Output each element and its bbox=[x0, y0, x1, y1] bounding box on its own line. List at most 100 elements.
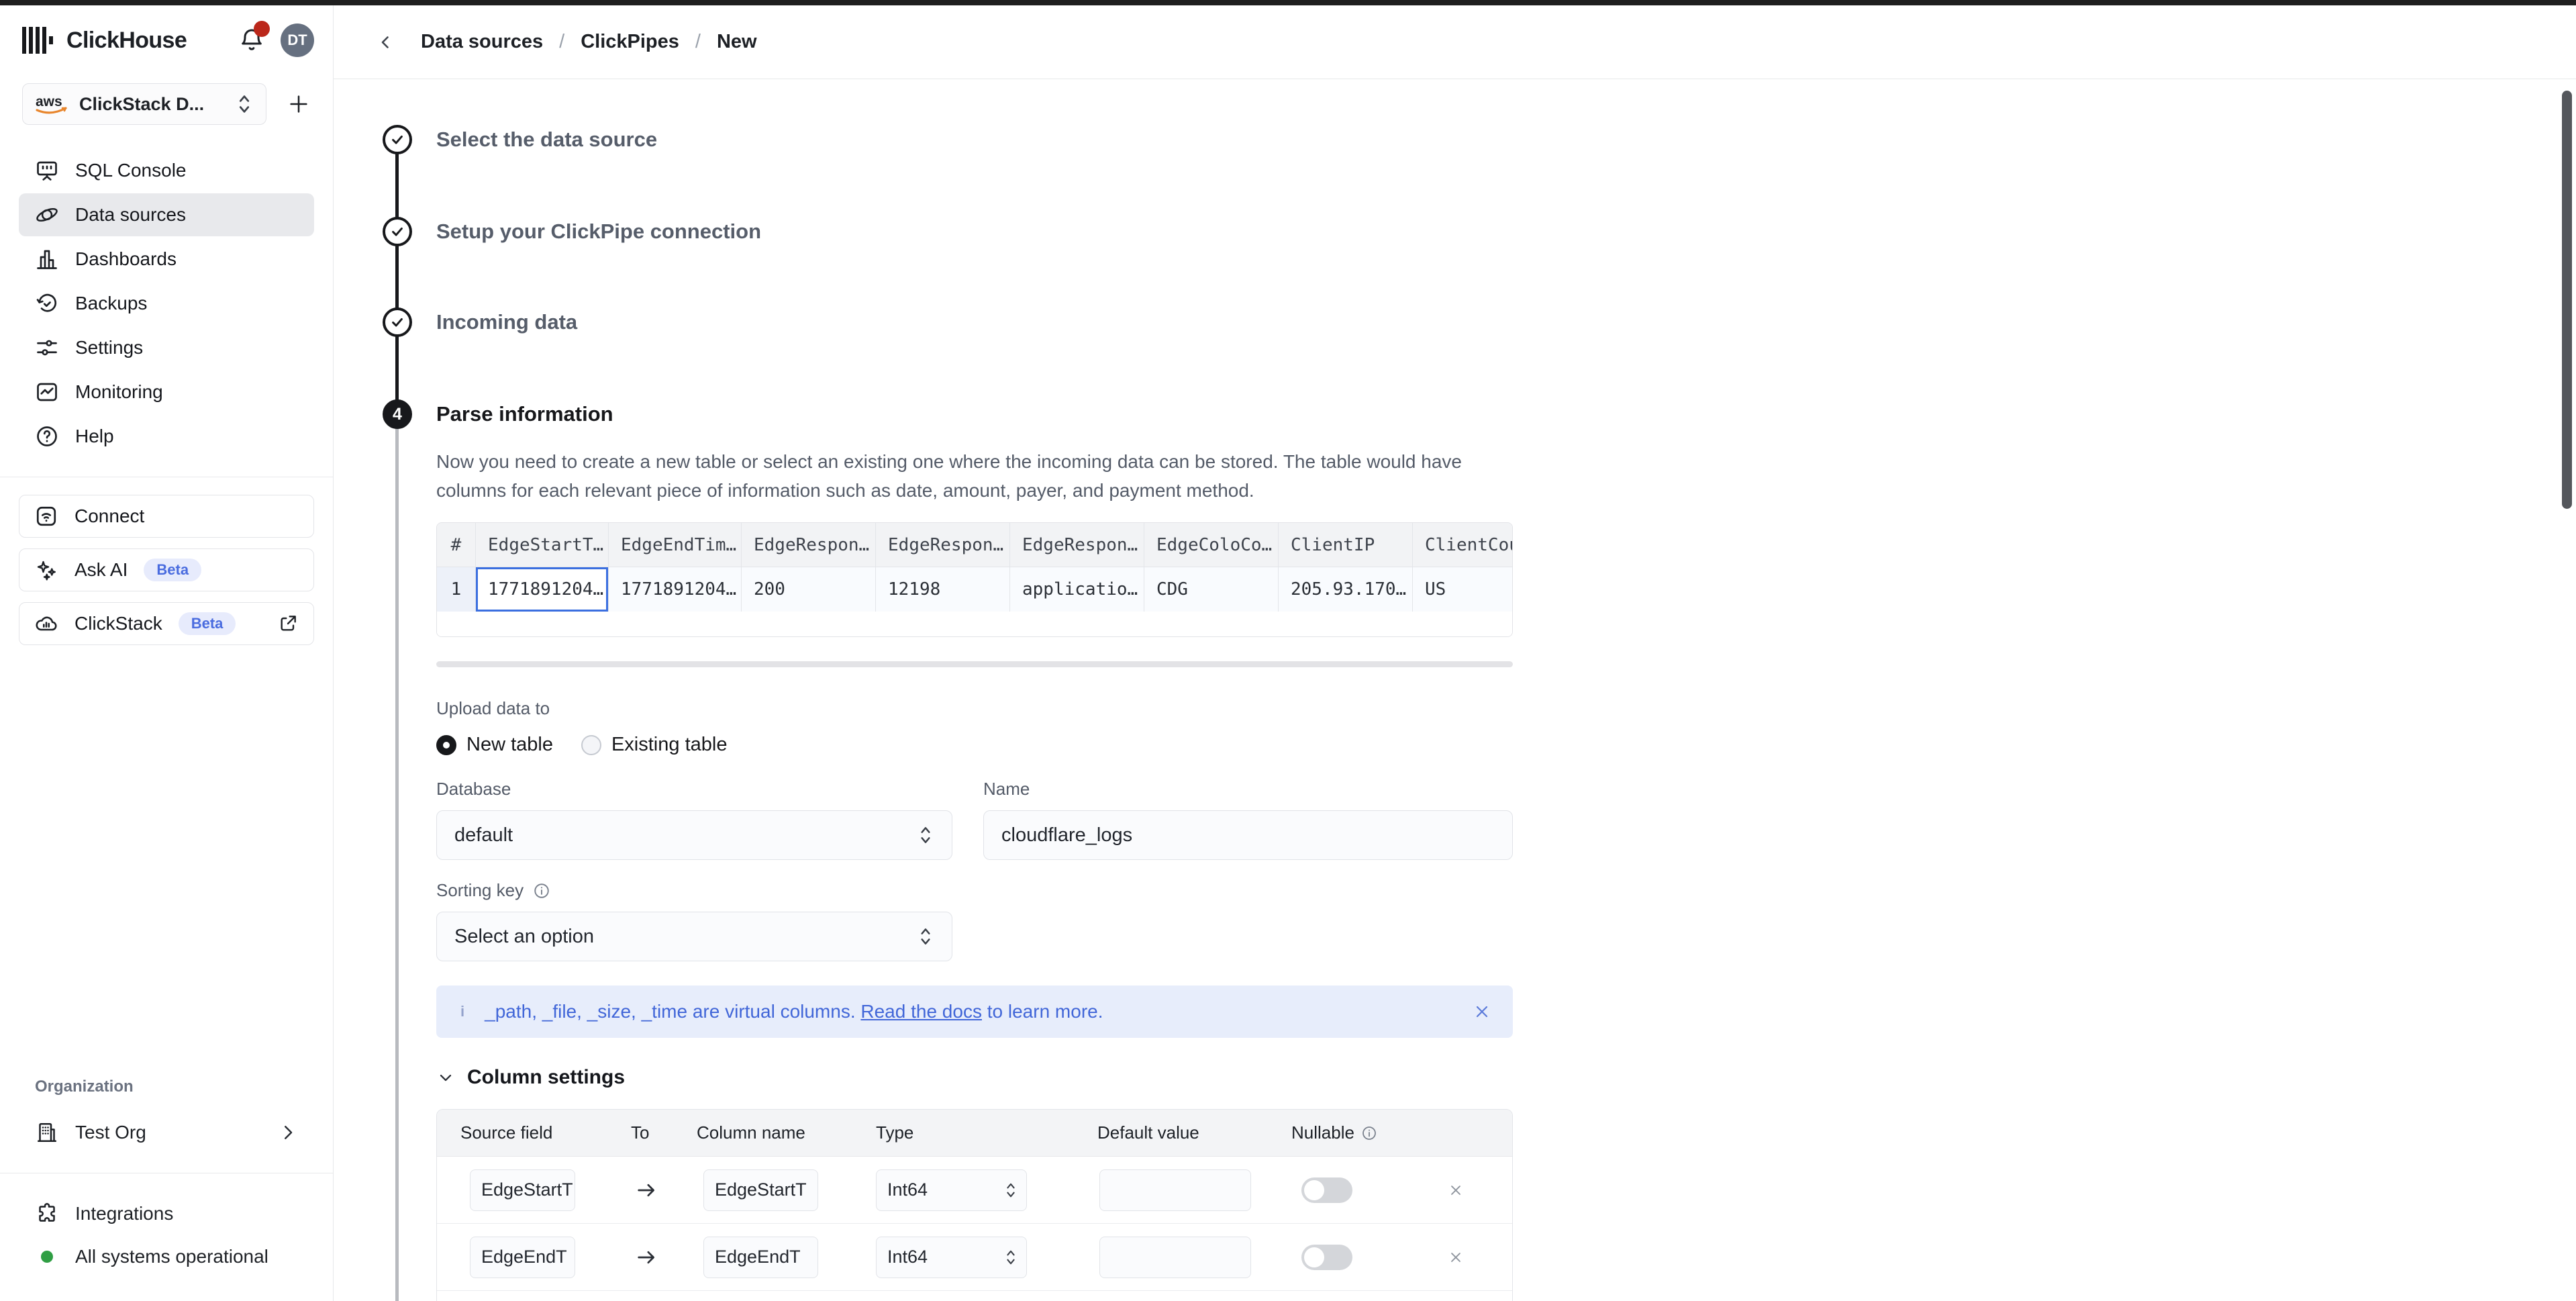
sidebar-item-settings[interactable]: Settings bbox=[19, 326, 314, 369]
sorting-key-select[interactable]: Select an option bbox=[436, 912, 952, 961]
banner-text: _path, _file, _size, _time are virtual c… bbox=[485, 1001, 1103, 1022]
column-mapping-row-clipped bbox=[437, 1291, 1512, 1301]
step-2-label: Setup your ClickPipe connection bbox=[436, 220, 761, 244]
step-1[interactable]: Select the data source bbox=[383, 125, 657, 154]
add-service-button[interactable] bbox=[284, 89, 313, 119]
banner-info-icon: i bbox=[460, 1003, 464, 1020]
ask-ai-button[interactable]: Ask AI Beta bbox=[19, 548, 314, 591]
notifications-bell-icon[interactable] bbox=[236, 25, 267, 56]
status-green-dot bbox=[41, 1251, 53, 1263]
nullable-toggle[interactable] bbox=[1301, 1177, 1352, 1203]
breadcrumb-data-sources[interactable]: Data sources bbox=[421, 31, 543, 53]
column-name-header: Column name bbox=[697, 1122, 876, 1143]
stepper-rail-done bbox=[395, 140, 399, 414]
column-settings-title: Column settings bbox=[467, 1066, 625, 1089]
remove-column-icon[interactable] bbox=[1447, 1182, 1512, 1199]
table-destination-form: Database default Name cloudflar bbox=[436, 779, 1513, 860]
sorting-key-value: Select an option bbox=[454, 926, 594, 948]
upload-target-radio-group: New table Existing table bbox=[436, 734, 1513, 756]
column-name-input[interactable]: EdgeEndT bbox=[703, 1237, 818, 1278]
sidebar-item-help[interactable]: Help bbox=[19, 415, 314, 458]
sidebar-item-backups[interactable]: Backups bbox=[19, 282, 314, 325]
info-icon[interactable] bbox=[1361, 1125, 1377, 1141]
clickstack-label: ClickStack bbox=[75, 613, 162, 634]
type-select[interactable]: Int64 bbox=[876, 1169, 1027, 1211]
name-label: Name bbox=[983, 779, 1513, 800]
parse-information-section: Now you need to create a new table or se… bbox=[436, 447, 1513, 1301]
default-value-header: Default value bbox=[1097, 1122, 1291, 1143]
sidebar-actions: Connect Ask AI Beta bbox=[0, 477, 333, 652]
sidebar-item-dashboards[interactable]: Dashboards bbox=[19, 238, 314, 281]
clickstack-button[interactable]: ClickStack Beta bbox=[19, 602, 314, 645]
radio-existing-table-label[interactable]: Existing table bbox=[611, 734, 728, 756]
default-value-input[interactable] bbox=[1099, 1169, 1251, 1211]
to-header: To bbox=[631, 1122, 697, 1143]
banner-close-icon[interactable] bbox=[1473, 1002, 1491, 1021]
table-name-input[interactable]: cloudflare_logs bbox=[983, 810, 1513, 860]
breadcrumb-clickpipes[interactable]: ClickPipes bbox=[581, 31, 679, 53]
nullable-header: Nullable bbox=[1291, 1122, 1354, 1143]
database-select[interactable]: default bbox=[436, 810, 952, 860]
system-status-item[interactable]: All systems operational bbox=[0, 1235, 333, 1278]
column-settings-header-row: Source field To Column name Type Default… bbox=[437, 1110, 1512, 1157]
type-select[interactable]: Int64 bbox=[876, 1237, 1027, 1278]
column-name-input[interactable]: EdgeStartT bbox=[703, 1169, 818, 1211]
sidebar-item-monitoring[interactable]: Monitoring bbox=[19, 371, 314, 414]
step-2[interactable]: Setup your ClickPipe connection bbox=[383, 217, 761, 246]
connect-button[interactable]: Connect bbox=[19, 495, 314, 538]
preview-cell[interactable]: applicatio… bbox=[1010, 567, 1144, 612]
info-icon[interactable] bbox=[533, 882, 550, 900]
chevron-right-icon bbox=[278, 1122, 298, 1143]
preview-cell[interactable]: 200 bbox=[742, 567, 876, 612]
beta-badge: Beta bbox=[144, 559, 201, 581]
window-top-strip bbox=[0, 0, 2576, 5]
organization-section-label: Organization bbox=[0, 1077, 333, 1096]
default-value-input[interactable] bbox=[1099, 1237, 1251, 1278]
arrow-right-icon bbox=[635, 1179, 697, 1202]
radio-new-table[interactable] bbox=[436, 735, 456, 755]
breadcrumb: Data sources / ClickPipes / New bbox=[421, 31, 757, 53]
remove-column-icon[interactable] bbox=[1447, 1249, 1512, 1266]
integrations-item[interactable]: Integrations bbox=[0, 1192, 333, 1235]
step-1-check-icon bbox=[383, 125, 412, 154]
sidebar-header: ClickHouse DT bbox=[0, 5, 333, 75]
source-field-input[interactable]: EdgeStartT bbox=[470, 1169, 575, 1211]
nullable-toggle[interactable] bbox=[1301, 1245, 1352, 1270]
sidebar: ClickHouse DT aws ClickStack D. bbox=[0, 5, 334, 1301]
column-settings-toggle[interactable]: Column settings bbox=[436, 1066, 1513, 1089]
preview-cell[interactable]: 12198 bbox=[876, 567, 1010, 612]
connect-icon bbox=[34, 504, 58, 528]
sidebar-item-label: SQL Console bbox=[75, 160, 187, 181]
preview-col-header: # bbox=[437, 523, 476, 567]
source-field-input[interactable]: EdgeEndT bbox=[470, 1237, 575, 1278]
external-link-icon[interactable] bbox=[277, 613, 299, 634]
sidebar-item-sql-console[interactable]: SQL Console bbox=[19, 149, 314, 192]
radio-existing-table[interactable] bbox=[581, 735, 601, 755]
organization-item[interactable]: Test Org bbox=[0, 1111, 333, 1154]
service-selector-row: aws ClickStack D... bbox=[0, 75, 333, 125]
service-name: ClickStack D... bbox=[79, 94, 224, 115]
source-field-header: Source field bbox=[460, 1122, 631, 1143]
page-vertical-scrollbar[interactable] bbox=[2562, 91, 2572, 509]
chevron-updown-icon bbox=[235, 93, 254, 115]
sidebar-item-label: Help bbox=[75, 426, 114, 447]
preview-cell[interactable]: CDG bbox=[1144, 567, 1279, 612]
avatar[interactable]: DT bbox=[281, 23, 314, 57]
preview-horizontal-scrollbar[interactable] bbox=[436, 661, 1513, 667]
brand-title: ClickHouse bbox=[66, 28, 187, 54]
preview-cell[interactable]: 205.93.170… bbox=[1279, 567, 1413, 612]
radio-new-table-label[interactable]: New table bbox=[466, 734, 553, 756]
preview-cell-selected[interactable]: 1771891204… bbox=[476, 567, 609, 612]
sidebar-item-label: Settings bbox=[75, 337, 143, 358]
chevron-updown-icon bbox=[917, 825, 934, 845]
connect-label: Connect bbox=[75, 505, 144, 527]
step-3[interactable]: Incoming data bbox=[383, 307, 577, 337]
sidebar-item-data-sources[interactable]: Data sources bbox=[19, 193, 314, 236]
read-the-docs-link[interactable]: Read the docs bbox=[860, 1001, 982, 1022]
preview-cell[interactable]: 1771891204… bbox=[609, 567, 742, 612]
ask-ai-label: Ask AI bbox=[75, 559, 128, 581]
preview-cell[interactable]: US bbox=[1413, 567, 1513, 612]
back-button[interactable] bbox=[373, 29, 399, 56]
service-selector[interactable]: aws ClickStack D... bbox=[22, 83, 266, 125]
sidebar-item-label: Backups bbox=[75, 293, 147, 314]
